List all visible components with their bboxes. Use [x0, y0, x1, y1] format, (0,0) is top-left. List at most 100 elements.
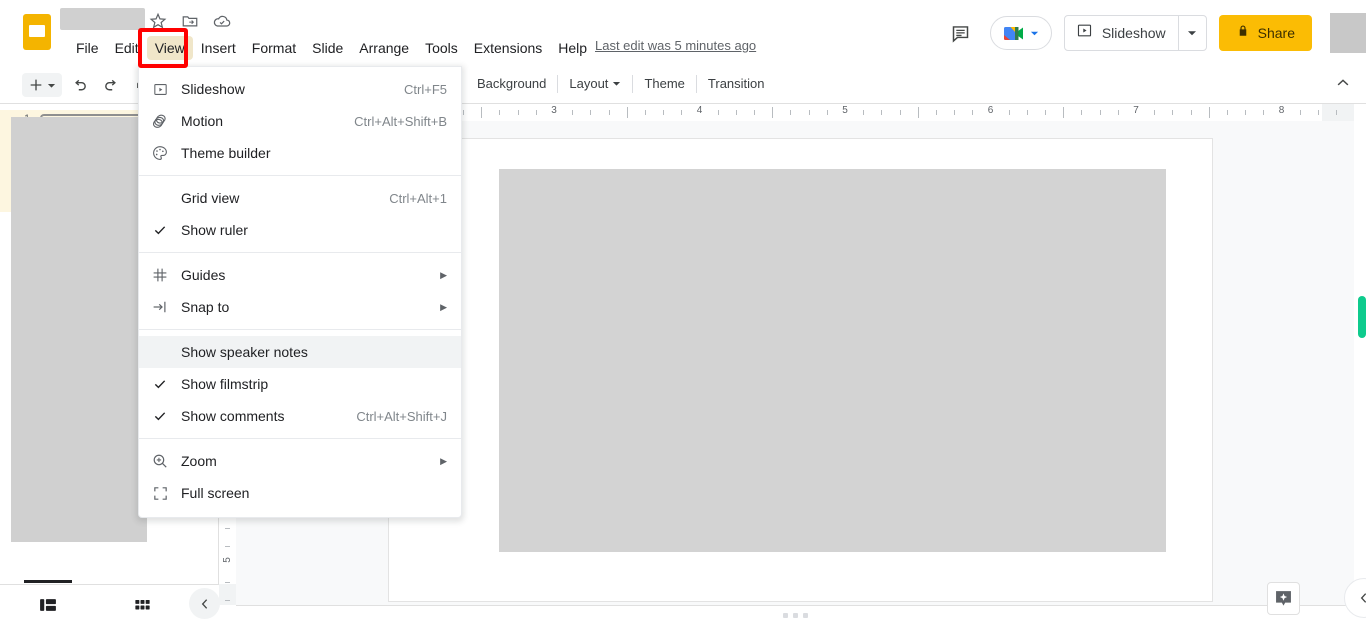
ruler-tick — [936, 110, 937, 115]
layout-button[interactable]: Layout — [558, 71, 632, 96]
slide-page[interactable] — [388, 138, 1213, 602]
filmstrip-collapse-button[interactable] — [189, 588, 220, 619]
toolbar-collapse-button[interactable] — [1334, 74, 1352, 97]
view-menu-motion[interactable]: MotionCtrl+Alt+Shift+B — [139, 105, 461, 137]
menu-slide[interactable]: Slide — [304, 36, 351, 60]
menu-item-label: Show filmstrip — [181, 376, 447, 392]
document-title-redacted[interactable] — [60, 8, 145, 30]
slideshow-button[interactable]: Slideshow — [1065, 16, 1178, 50]
menu-item-label: Slideshow — [181, 81, 386, 97]
ruler-margin-zone — [219, 584, 236, 605]
ruler-tick — [900, 110, 901, 115]
slide-content-redacted[interactable] — [499, 169, 1166, 552]
slides-logo-icon[interactable] — [20, 12, 54, 52]
view-menu-slideshow[interactable]: SlideshowCtrl+F5 — [139, 73, 461, 105]
ruler-tick — [572, 110, 573, 115]
menu-separator — [139, 329, 461, 330]
filmstrip-view-icon[interactable] — [0, 595, 96, 615]
grid-view-icon[interactable] — [96, 596, 188, 615]
view-menu-grid-view[interactable]: Grid viewCtrl+Alt+1 — [139, 182, 461, 214]
view-menu-zoom[interactable]: Zoom▶ — [139, 445, 461, 477]
share-button[interactable]: Share — [1219, 15, 1312, 51]
new-slide-button[interactable] — [22, 73, 62, 97]
ruler-number: 4 — [697, 105, 703, 116]
caret-down-icon — [612, 79, 621, 88]
chevron-left-icon — [197, 596, 213, 612]
ruler-tick — [881, 110, 882, 115]
ruler-tick — [718, 110, 719, 115]
menu-item-label: Show speaker notes — [181, 344, 447, 360]
ruler-number: 7 — [1133, 105, 1139, 116]
comment-history-icon[interactable] — [944, 16, 978, 50]
menu-arrange[interactable]: Arrange — [351, 36, 417, 60]
ruler-tick — [645, 110, 646, 115]
slide-thumbnail-redacted[interactable] — [11, 117, 147, 217]
submenu-arrow-icon: ▶ — [440, 270, 447, 281]
filmstrip-bottom-bar — [0, 584, 219, 625]
submenu-arrow-icon: ▶ — [440, 456, 447, 467]
ruler-tick — [954, 110, 955, 115]
caret-down-icon — [47, 81, 56, 90]
menu-insert[interactable]: Insert — [193, 36, 244, 60]
share-label: Share — [1258, 25, 1295, 41]
slideshow-dropdown-caret[interactable] — [1178, 16, 1206, 50]
ruler-tick — [754, 110, 755, 115]
menu-item-label: Guides — [181, 267, 428, 283]
ruler-tick — [627, 107, 628, 118]
cloud-saved-icon[interactable] — [212, 11, 232, 31]
view-menu-full-screen[interactable]: Full screen — [139, 477, 461, 509]
view-menu-show-ruler[interactable]: Show ruler — [139, 214, 461, 246]
view-menu-show-comments[interactable]: Show commentsCtrl+Alt+Shift+J — [139, 400, 461, 432]
explore-button[interactable] — [1267, 582, 1300, 615]
ruler-tick — [918, 107, 919, 118]
ruler-tick — [590, 110, 591, 115]
menu-separator — [139, 252, 461, 253]
view-menu-show-filmstrip[interactable]: Show filmstrip — [139, 368, 461, 400]
slideshow-label: Slideshow — [1102, 25, 1166, 41]
header-doc-icons — [148, 11, 232, 31]
view-menu-dropdown[interactable]: SlideshowCtrl+F5MotionCtrl+Alt+Shift+BTh… — [138, 66, 462, 518]
background-button[interactable]: Background — [466, 71, 557, 96]
ruler-tick — [809, 110, 810, 115]
ruler-tick — [1063, 107, 1064, 118]
active-view-underline — [24, 580, 72, 583]
speaker-notes-splitter[interactable] — [236, 605, 1354, 625]
menu-format[interactable]: Format — [244, 36, 304, 60]
google-meet-icon[interactable] — [990, 16, 1052, 50]
lock-icon — [1236, 24, 1250, 43]
slideshow-button-group: Slideshow — [1064, 15, 1207, 51]
view-menu-snap-to[interactable]: Snap to▶ — [139, 291, 461, 323]
menu-view[interactable]: View — [147, 36, 193, 60]
motion-icon — [139, 112, 181, 130]
filmstrip-content-redacted[interactable] — [11, 217, 147, 542]
last-edit-link[interactable]: Last edit was 5 minutes ago — [595, 38, 756, 53]
view-menu-guides[interactable]: Guides ▶ — [139, 259, 461, 291]
check-icon — [139, 222, 181, 238]
chevron-down-icon — [1187, 28, 1197, 38]
menu-help[interactable]: Help — [550, 36, 595, 60]
splitter-dot — [783, 613, 788, 618]
transition-button[interactable]: Transition — [697, 71, 776, 96]
ruler-tick — [518, 110, 519, 115]
menu-edit[interactable]: Edit — [107, 36, 147, 60]
move-to-folder-icon[interactable] — [180, 11, 200, 31]
ruler-tick — [1118, 110, 1119, 115]
theme-button[interactable]: Theme — [633, 71, 695, 96]
menu-extensions[interactable]: Extensions — [466, 36, 550, 60]
view-menu-theme-builder[interactable]: Theme builder — [139, 137, 461, 169]
menu-file[interactable]: File — [68, 36, 107, 60]
ruler-tick — [463, 110, 464, 115]
menu-item-shortcut: Ctrl+Alt+1 — [389, 191, 447, 206]
ruler-tick — [1263, 110, 1264, 115]
vertical-scrollbar-thumb[interactable] — [1358, 296, 1366, 338]
star-icon[interactable] — [148, 11, 168, 31]
view-menu-show-speaker-notes[interactable]: Show speaker notes — [139, 336, 461, 368]
toolbar-slide-tools: Background Layout Theme Transition — [466, 71, 776, 96]
ruler-tick — [827, 110, 828, 115]
ruler-tick — [1154, 110, 1155, 115]
redo-button[interactable] — [96, 71, 126, 99]
undo-button[interactable] — [64, 71, 94, 99]
ruler-tick — [225, 600, 230, 601]
avatar[interactable] — [1330, 13, 1366, 53]
menu-tools[interactable]: Tools — [417, 36, 466, 60]
